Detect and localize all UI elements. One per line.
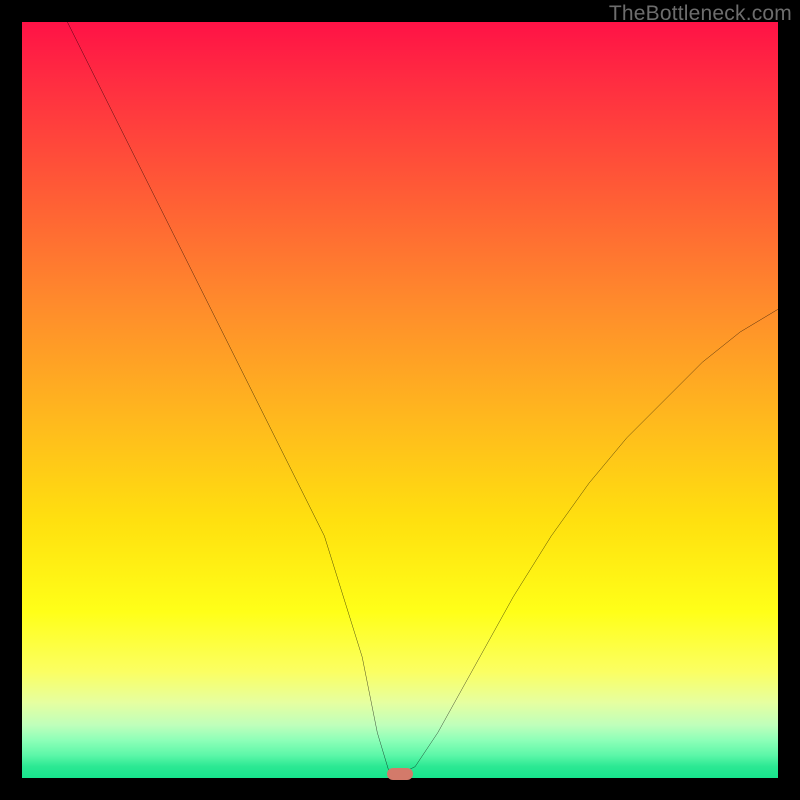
plot-area [22,22,778,778]
curve-path [67,22,778,774]
bottleneck-curve [22,22,778,778]
chart-stage: TheBottleneck.com [0,0,800,800]
minimum-marker [387,768,413,780]
